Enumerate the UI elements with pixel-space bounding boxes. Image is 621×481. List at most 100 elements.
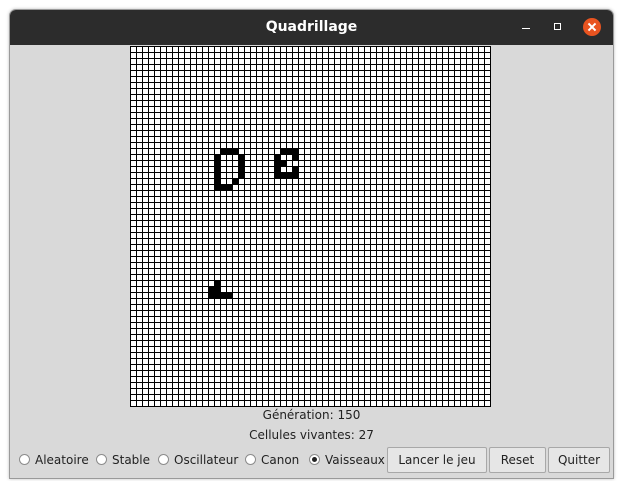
grid-cell[interactable] xyxy=(323,167,328,172)
grid-cell[interactable] xyxy=(443,257,448,262)
grid-cell[interactable] xyxy=(371,53,376,58)
grid-cell[interactable] xyxy=(437,311,442,316)
grid-cell[interactable] xyxy=(191,353,196,358)
grid-cell[interactable] xyxy=(431,347,436,352)
grid-cell[interactable] xyxy=(155,275,160,280)
grid-cell[interactable] xyxy=(401,209,406,214)
grid-cell[interactable] xyxy=(233,287,238,292)
grid-cell[interactable] xyxy=(257,401,262,406)
grid-cell[interactable] xyxy=(371,77,376,82)
grid-cell[interactable] xyxy=(197,359,202,364)
grid-cell[interactable] xyxy=(389,245,394,250)
grid-cell[interactable] xyxy=(155,371,160,376)
grid-cell[interactable] xyxy=(287,143,292,148)
grid-cell[interactable] xyxy=(401,383,406,388)
alive-cell[interactable] xyxy=(281,161,286,166)
grid-cell[interactable] xyxy=(245,53,250,58)
grid-cell[interactable] xyxy=(149,281,154,286)
grid-cell[interactable] xyxy=(239,359,244,364)
grid-cell[interactable] xyxy=(425,239,430,244)
grid-cell[interactable] xyxy=(407,95,412,100)
grid-cell[interactable] xyxy=(299,359,304,364)
grid-cell[interactable] xyxy=(233,359,238,364)
grid-cell[interactable] xyxy=(173,311,178,316)
grid-cell[interactable] xyxy=(149,269,154,274)
grid-cell[interactable] xyxy=(485,125,490,130)
grid-cell[interactable] xyxy=(329,389,334,394)
grid-cell[interactable] xyxy=(263,197,268,202)
grid-cell[interactable] xyxy=(155,71,160,76)
grid-cell[interactable] xyxy=(239,335,244,340)
grid-cell[interactable] xyxy=(377,173,382,178)
grid-cell[interactable] xyxy=(383,179,388,184)
grid-cell[interactable] xyxy=(359,197,364,202)
grid-cell[interactable] xyxy=(221,353,226,358)
grid-cell[interactable] xyxy=(443,347,448,352)
grid-cell[interactable] xyxy=(299,77,304,82)
grid-cell[interactable] xyxy=(311,233,316,238)
grid-cell[interactable] xyxy=(353,245,358,250)
grid-cell[interactable] xyxy=(161,89,166,94)
grid-cell[interactable] xyxy=(341,179,346,184)
grid-cell[interactable] xyxy=(431,317,436,322)
grid-cell[interactable] xyxy=(371,317,376,322)
grid-cell[interactable] xyxy=(401,287,406,292)
grid-cell[interactable] xyxy=(257,263,262,268)
grid-cell[interactable] xyxy=(179,113,184,118)
grid-cell[interactable] xyxy=(191,203,196,208)
grid-cell[interactable] xyxy=(359,185,364,190)
grid-cell[interactable] xyxy=(329,167,334,172)
grid-cell[interactable] xyxy=(389,317,394,322)
grid-cell[interactable] xyxy=(215,383,220,388)
grid-cell[interactable] xyxy=(485,239,490,244)
grid-cell[interactable] xyxy=(263,143,268,148)
grid-cell[interactable] xyxy=(227,353,232,358)
grid-cell[interactable] xyxy=(317,71,322,76)
grid-cell[interactable] xyxy=(137,179,142,184)
grid-cell[interactable] xyxy=(335,185,340,190)
grid-cell[interactable] xyxy=(239,305,244,310)
grid-cell[interactable] xyxy=(305,47,310,52)
grid-cell[interactable] xyxy=(425,335,430,340)
grid-cell[interactable] xyxy=(245,137,250,142)
grid-cell[interactable] xyxy=(251,359,256,364)
grid-cell[interactable] xyxy=(395,101,400,106)
grid-cell[interactable] xyxy=(317,83,322,88)
grid-cell[interactable] xyxy=(305,83,310,88)
grid-cell[interactable] xyxy=(455,371,460,376)
grid-cell[interactable] xyxy=(407,257,412,262)
grid-cell[interactable] xyxy=(233,353,238,358)
grid-cell[interactable] xyxy=(257,197,262,202)
grid-cell[interactable] xyxy=(407,71,412,76)
grid-cell[interactable] xyxy=(137,353,142,358)
grid-cell[interactable] xyxy=(485,143,490,148)
grid-cell[interactable] xyxy=(425,77,430,82)
grid-cell[interactable] xyxy=(173,299,178,304)
grid-cell[interactable] xyxy=(233,239,238,244)
grid-cell[interactable] xyxy=(143,179,148,184)
grid-cell[interactable] xyxy=(299,53,304,58)
grid-cell[interactable] xyxy=(437,185,442,190)
grid-cell[interactable] xyxy=(293,191,298,196)
grid-cell[interactable] xyxy=(179,317,184,322)
grid-cell[interactable] xyxy=(233,251,238,256)
grid-cell[interactable] xyxy=(407,371,412,376)
grid-cell[interactable] xyxy=(323,185,328,190)
grid-cell[interactable] xyxy=(143,389,148,394)
grid-cell[interactable] xyxy=(401,401,406,406)
grid-cell[interactable] xyxy=(335,167,340,172)
grid-cell[interactable] xyxy=(335,191,340,196)
grid-cell[interactable] xyxy=(161,179,166,184)
grid-cell[interactable] xyxy=(347,245,352,250)
grid-cell[interactable] xyxy=(431,239,436,244)
grid-cell[interactable] xyxy=(407,323,412,328)
grid-cell[interactable] xyxy=(227,89,232,94)
grid-cell[interactable] xyxy=(473,287,478,292)
grid-cell[interactable] xyxy=(191,89,196,94)
grid-cell[interactable] xyxy=(479,143,484,148)
grid-cell[interactable] xyxy=(233,221,238,226)
grid-cell[interactable] xyxy=(185,65,190,70)
grid-cell[interactable] xyxy=(329,131,334,136)
grid-cell[interactable] xyxy=(365,131,370,136)
grid-cell[interactable] xyxy=(131,59,136,64)
